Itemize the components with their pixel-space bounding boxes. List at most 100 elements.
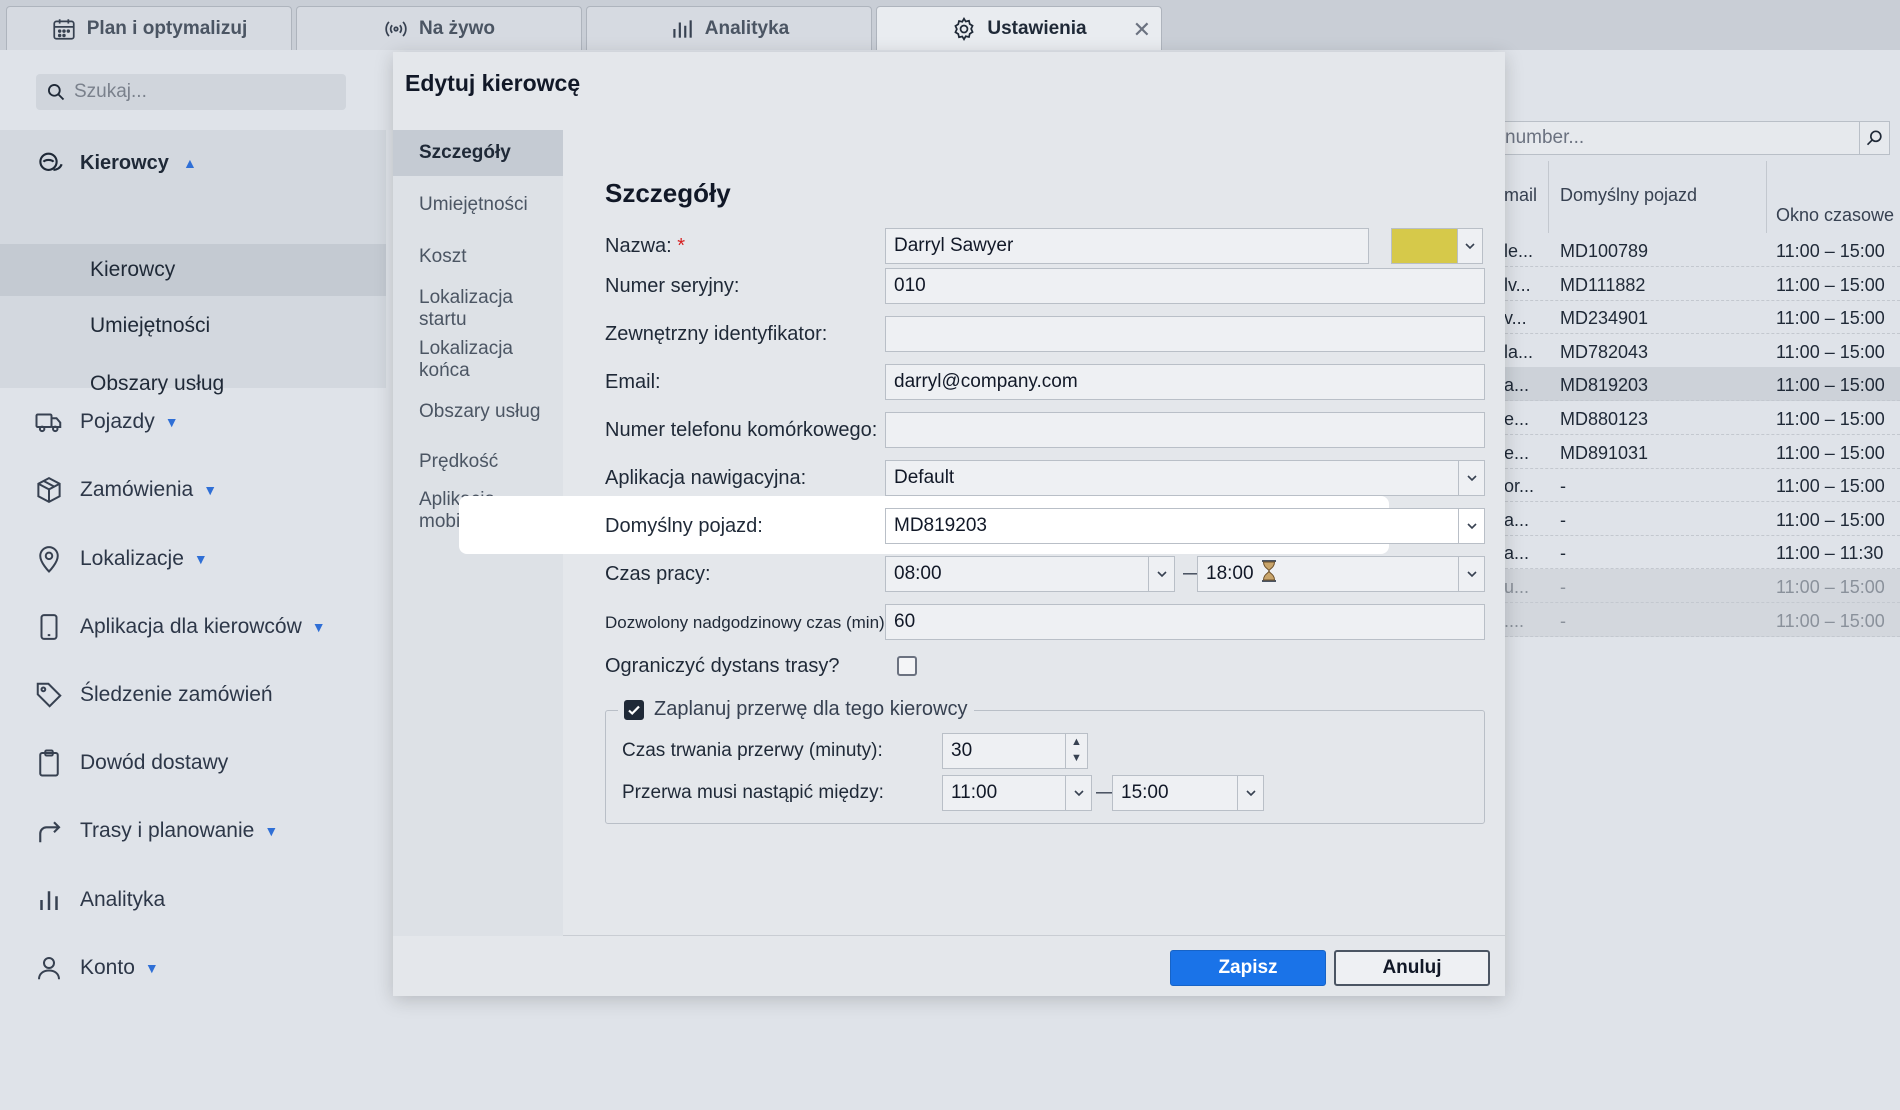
dialog-nav-service-areas[interactable]: Obszary usług — [393, 389, 563, 435]
cell-vehicle: MD819203 — [1560, 375, 1649, 396]
column-header-email[interactable]: mail — [1504, 185, 1537, 206]
limit-distance-checkbox[interactable] — [897, 656, 917, 676]
tab-settings[interactable]: Ustawienia ✕ — [876, 6, 1162, 50]
break-duration-stepper[interactable]: 30 ▲ ▼ — [942, 733, 1088, 769]
sidebar-item-account[interactable]: Konto ▼ — [0, 943, 386, 993]
cell-vehicle: MD880123 — [1560, 409, 1649, 429]
table-row[interactable]: e... MD891031 11:00 – 15:00 — [1500, 435, 1900, 469]
table-row[interactable]: a... - 11:00 – 15:00 — [1500, 502, 1900, 536]
sidebar-item-orders[interactable]: Zamówienia ▼ — [0, 465, 386, 515]
tab-plan[interactable]: Plan i optymalizuj — [6, 6, 292, 50]
sidebar-item-label: Zamówienia — [80, 478, 194, 501]
serial-input[interactable] — [885, 268, 1485, 304]
close-tab-icon[interactable]: ✕ — [1133, 17, 1151, 43]
cell-vehicle: MD782043 — [1560, 341, 1649, 362]
table-row[interactable]: lv... MD111882 11:00 – 15:00 — [1500, 267, 1900, 301]
table-row[interactable]: le... MD100789 11:00 – 15:00 — [1500, 233, 1900, 267]
overtime-label: Dozwolony nadgodzinowy czas (min): — [605, 613, 890, 632]
route-arrow-icon — [39, 821, 61, 843]
email-row: Email: — [605, 364, 1485, 400]
checkmark-icon — [628, 705, 640, 715]
dialog-nav-end-location[interactable]: Lokalizacja końca — [393, 337, 563, 383]
phone-input[interactable] — [885, 412, 1485, 448]
nav-app-label: Aplikacja nawigacyjna: — [605, 467, 807, 489]
sidebar-item-label: Pojazdy — [80, 410, 155, 433]
work-start-select[interactable]: 08:00 — [885, 556, 1175, 592]
dialog-nav-speed[interactable]: Prędkość — [393, 439, 563, 485]
sidebar-item-proof-of-delivery[interactable]: Dowód dostawy — [0, 738, 386, 788]
chevron-down-icon — [1458, 509, 1484, 543]
break-window-row: Przerwa musi nastąpić między: 11:00 — 15… — [622, 775, 1482, 811]
sidebar-item-analytics[interactable]: Analityka — [0, 875, 386, 925]
table-row[interactable]: la... MD782043 11:00 – 15:00 — [1500, 334, 1900, 368]
external-id-input[interactable] — [885, 316, 1485, 352]
email-field[interactable] — [885, 364, 1485, 400]
table-search-input[interactable] — [1505, 127, 1845, 149]
table-row[interactable]: u... - 11:00 – 15:00 — [1500, 569, 1900, 603]
search-icon[interactable] — [1859, 122, 1889, 154]
caret-down-icon: ▼ — [193, 551, 208, 567]
cell-email: e... — [1504, 442, 1530, 463]
column-header-vehicle[interactable]: Domyślny pojazd — [1560, 185, 1697, 206]
table-row[interactable]: e... MD880123 11:00 – 15:00 — [1500, 401, 1900, 435]
stepper-arrows-icon[interactable]: ▲ ▼ — [1065, 734, 1087, 768]
external-id-row: Zewnętrzny identyfikator: — [605, 316, 1485, 352]
cell-email: a... — [1504, 509, 1530, 530]
name-input[interactable] — [885, 228, 1369, 264]
column-header-time-window[interactable]: Okno czasowe — [1776, 205, 1894, 226]
sidebar-item-routes[interactable]: Trasy i planowanie ▼ — [0, 806, 386, 856]
cell-time-window: 11:00 – 15:00 — [1776, 476, 1885, 497]
cell-time-window: 11:00 – 15:00 — [1776, 308, 1885, 329]
sidebar-item-vehicles[interactable]: Pojazdy ▼ — [0, 397, 386, 447]
caret-down-icon: ▼ — [164, 414, 179, 430]
sidebar-item-driver-app[interactable]: Aplikacja dla kierowców ▼ — [0, 602, 386, 652]
cell-vehicle: - — [1560, 610, 1566, 631]
sidebar-item-label: Dowód dostawy — [80, 751, 229, 774]
nav-app-row: Aplikacja nawigacyjna: Default — [605, 460, 1485, 496]
email-label: Email: — [605, 371, 661, 393]
sidebar-search-input[interactable] — [74, 81, 324, 103]
sidebar-subitem-skills[interactable]: Umiejętności — [0, 300, 386, 352]
default-vehicle-select[interactable]: MD819203 — [885, 508, 1485, 544]
cell-time-window: 11:00 – 15:00 — [1776, 341, 1885, 362]
sidebar-subitem-drivers[interactable]: Kierowcy — [0, 244, 386, 296]
overtime-input[interactable] — [885, 604, 1485, 640]
break-checkbox[interactable] — [624, 699, 644, 720]
work-end-select[interactable]: 18:00 — [1197, 556, 1485, 592]
break-start-select[interactable]: 11:00 — [942, 775, 1092, 811]
cell-time-window: 11:00 – 15:00 — [1776, 241, 1885, 261]
dialog-nav-details[interactable]: Szczegóły — [393, 130, 563, 176]
nav-app-select[interactable]: Default — [885, 460, 1485, 496]
sidebar-item-drivers[interactable]: Kierowcy ▲ — [0, 130, 386, 196]
color-picker[interactable] — [1391, 228, 1483, 264]
cancel-button[interactable]: Anuluj — [1334, 950, 1490, 986]
sidebar-search — [36, 74, 346, 110]
sidebar-item-order-tracking[interactable]: Śledzenie zamówień — [0, 670, 386, 720]
cell-email: lv... — [1504, 274, 1531, 295]
tab-live[interactable]: Na żywo — [296, 6, 582, 50]
sidebar-item-locations[interactable]: Lokalizacje ▼ — [0, 534, 386, 584]
break-end-select[interactable]: 15:00 — [1112, 775, 1264, 811]
section-title: Szczegóły — [605, 178, 731, 208]
table-row[interactable]: a... - 11:00 – 11:30 — [1500, 535, 1900, 570]
color-swatch — [1392, 229, 1458, 263]
table-row[interactable]: a... MD819203 11:00 – 15:00 — [1500, 367, 1900, 402]
tab-analytics[interactable]: Analityka — [586, 6, 872, 50]
dialog-nav-skills[interactable]: Umiejętności — [393, 182, 563, 228]
save-button[interactable]: Zapisz — [1170, 950, 1326, 986]
chevron-down-icon — [1065, 776, 1091, 810]
cell-time-window: 11:00 – 15:00 — [1776, 409, 1885, 429]
dialog-nav-cost[interactable]: Koszt — [393, 234, 563, 280]
caret-down-icon: ▼ — [203, 482, 218, 498]
table-row[interactable]: .... - 11:00 – 15:00 — [1500, 602, 1900, 637]
bar-chart-icon — [40, 891, 58, 910]
drivers-icon — [39, 152, 63, 171]
table-row[interactable]: v... MD234901 11:00 – 15:00 — [1500, 300, 1900, 335]
user-icon — [38, 957, 60, 980]
cell-email: v... — [1504, 308, 1527, 329]
dialog-nav-start-location[interactable]: Lokalizacja startu — [393, 286, 563, 332]
sidebar-item-label: Śledzenie zamówień — [80, 683, 273, 706]
sidebar-item-label: Lokalizacje — [80, 547, 184, 570]
cell-time-window: 11:00 – 11:30 — [1776, 543, 1884, 564]
table-row[interactable]: or... - 11:00 – 15:00 — [1500, 468, 1900, 503]
